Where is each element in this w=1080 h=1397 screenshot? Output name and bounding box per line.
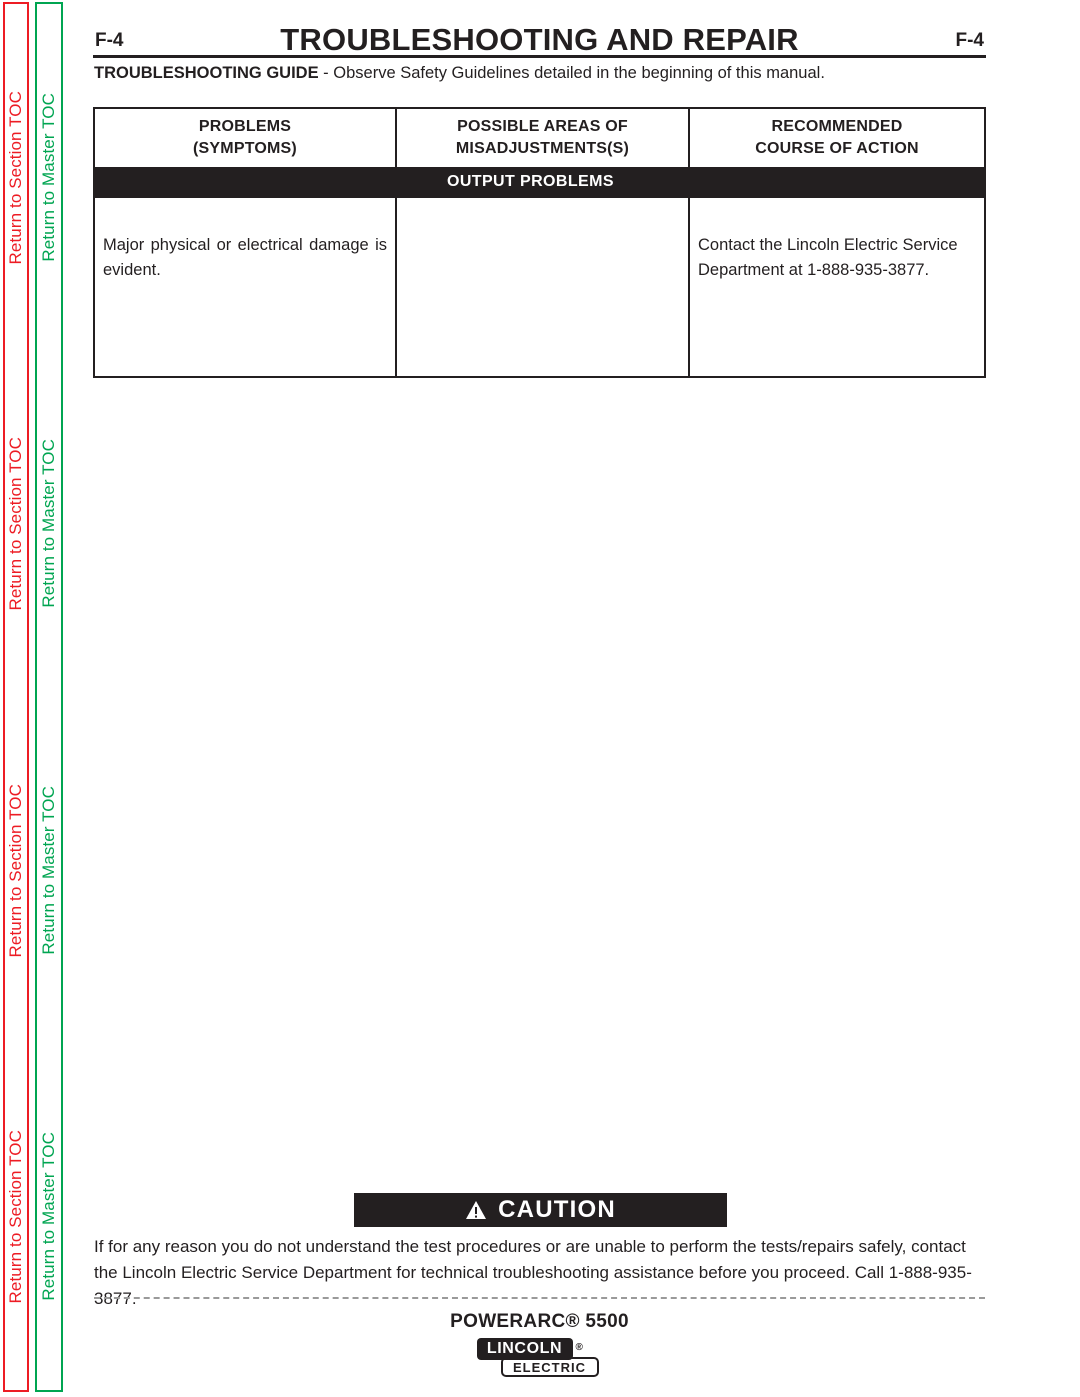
column-header-line1: PROBLEMS	[198, 117, 292, 135]
column-header-line2: (SYMPTOMS)	[193, 140, 297, 157]
logo-registered-mark: ®	[575, 1342, 583, 1353]
master-toc-label[interactable]: Return to Master TOC	[39, 786, 59, 955]
logo-electric-text: ELECTRIC	[500, 1357, 599, 1377]
header-divider	[93, 55, 986, 58]
section-toc-label[interactable]: Return to Section TOC	[6, 1130, 26, 1303]
master-toc-label[interactable]: Return to Master TOC	[39, 1132, 59, 1301]
caution-body-text: If for any reason you do not understand …	[94, 1237, 972, 1308]
table-section-band-output-problems: OUTPUT PROBLEMS	[95, 167, 984, 196]
master-toc-label[interactable]: Return to Master TOC	[39, 93, 59, 262]
table-row: Major physical or electrical damage is e…	[95, 196, 984, 376]
column-header-line1: POSSIBLE AREAS OF	[457, 117, 628, 135]
troubleshooting-guide-lead: TROUBLESHOOTING GUIDE	[94, 64, 319, 82]
section-toc-label[interactable]: Return to Section TOC	[6, 784, 26, 957]
master-toc-label-strip: Return to Master TOC Return to Master TO…	[37, 4, 61, 1390]
master-toc-label[interactable]: Return to Master TOC	[39, 439, 59, 608]
page-header: F-4 TROUBLESHOOTING AND REPAIR F-4	[93, 22, 986, 58]
table-cell-misadjustments	[397, 198, 690, 376]
section-toc-label-strip: Return to Section TOC Return to Section …	[5, 4, 27, 1390]
table-column-header-action: RECOMMENDED COURSE OF ACTION	[690, 109, 984, 167]
page-content: F-4 TROUBLESHOOTING AND REPAIR F-4 TROUB…	[93, 0, 986, 1397]
section-toc-label[interactable]: Return to Section TOC	[6, 91, 26, 264]
table-column-header-misadjustments: POSSIBLE AREAS OF MISADJUSTMENTS(S)	[397, 109, 690, 167]
column-header-line1: RECOMMENDED	[771, 117, 903, 135]
page-number-right: F-4	[955, 30, 985, 51]
table-column-header-problems: PROBLEMS (SYMPTOMS)	[95, 109, 397, 167]
troubleshooting-table: PROBLEMS (SYMPTOMS) POSSIBLE AREAS OF MI…	[93, 107, 986, 378]
table-header-row: PROBLEMS (SYMPTOMS) POSSIBLE AREAS OF MI…	[95, 109, 984, 167]
footer-model-name: POWERARC® 5500	[450, 1311, 629, 1332]
troubleshooting-guide-note: TROUBLESHOOTING GUIDE - Observe Safety G…	[94, 64, 984, 83]
return-to-section-toc-bar[interactable]: Return to Section TOC Return to Section …	[3, 2, 29, 1392]
section-toc-label[interactable]: Return to Section TOC	[6, 437, 26, 610]
logo-lincoln-text: LINCOLN	[476, 1338, 573, 1360]
footer-divider	[94, 1297, 985, 1299]
troubleshooting-guide-rest: - Observe Safety Guidelines detailed in …	[318, 64, 825, 82]
table-cell-symptom: Major physical or electrical damage is e…	[95, 198, 397, 376]
page-title: TROUBLESHOOTING AND REPAIR	[280, 22, 799, 57]
caution-banner: CAUTION	[354, 1193, 727, 1227]
column-header-line2: COURSE OF ACTION	[755, 140, 919, 157]
column-header-line2: MISADJUSTMENTS(S)	[455, 140, 630, 157]
caution-title: CAUTION	[498, 1196, 616, 1223]
return-to-master-toc-bar[interactable]: Return to Master TOC Return to Master TO…	[35, 2, 63, 1392]
warning-triangle-icon	[465, 1200, 487, 1220]
table-cell-action: Contact the Lincoln Electric Service Dep…	[698, 236, 958, 279]
lincoln-electric-logo: ELECTRIC LINCOLN ®	[93, 1338, 986, 1384]
logo-wrap: ELECTRIC LINCOLN ®	[476, 1338, 603, 1384]
